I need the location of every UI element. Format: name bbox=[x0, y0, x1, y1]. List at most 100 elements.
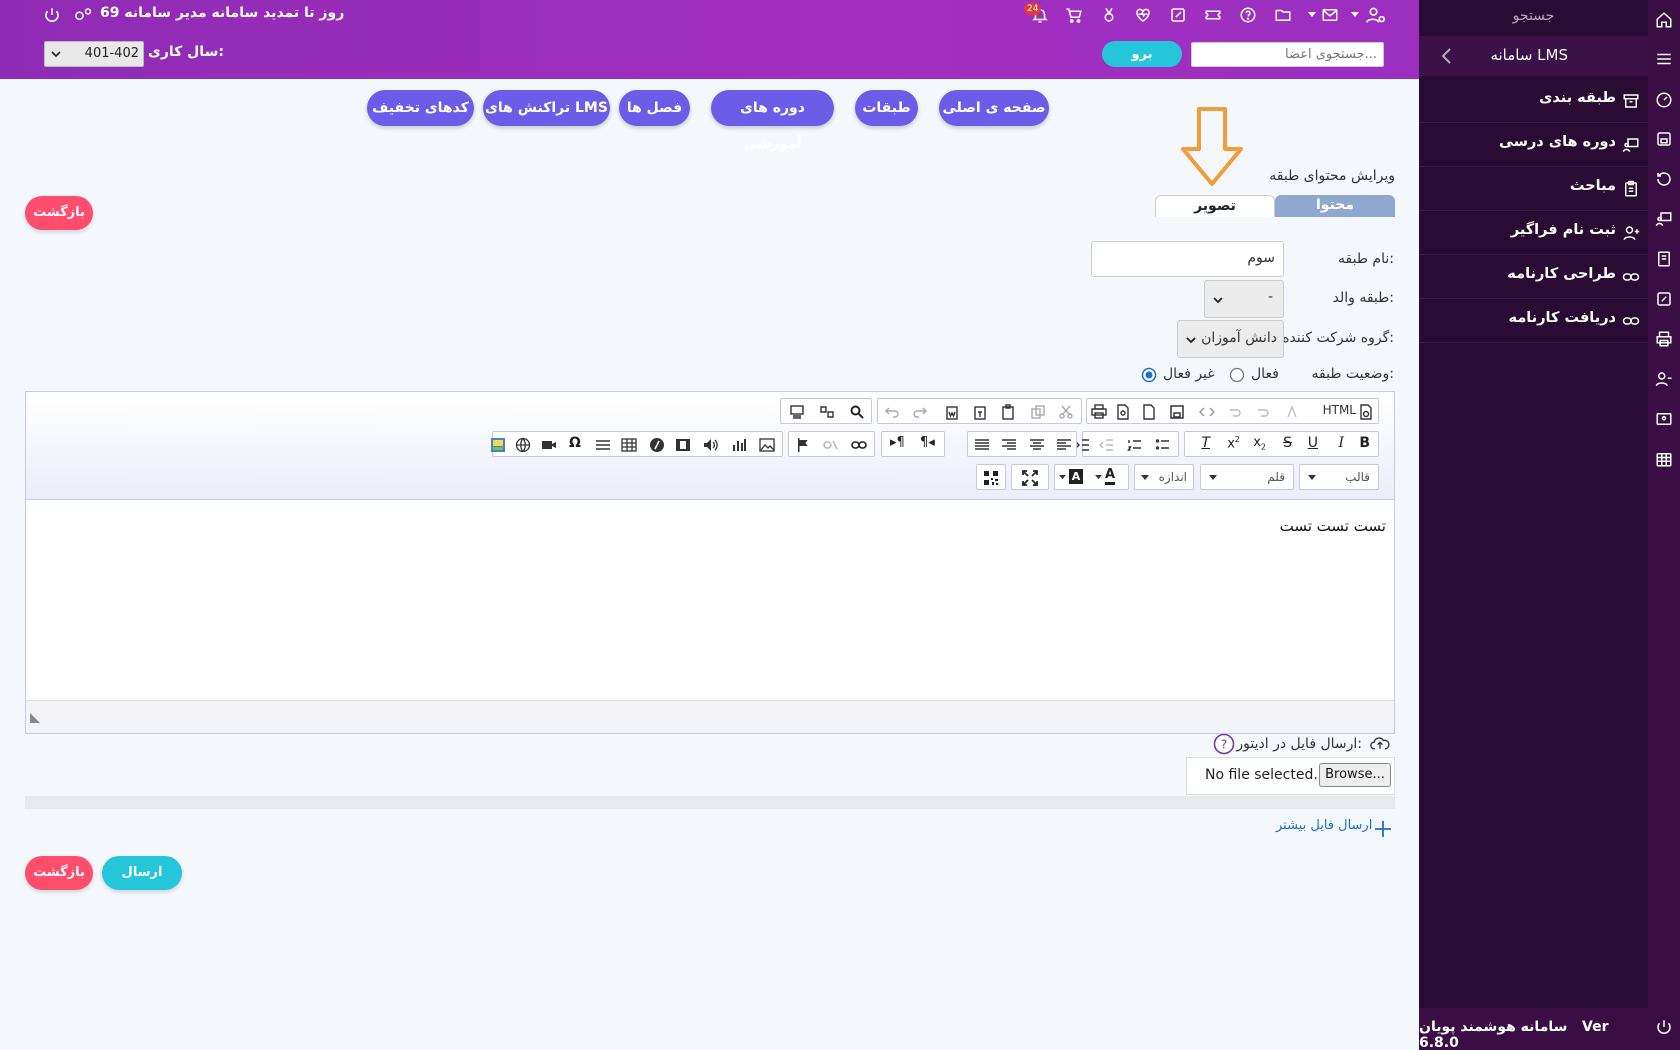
edit-icon[interactable] bbox=[1169, 6, 1189, 26]
text-color-icon[interactable]: A bbox=[1105, 468, 1116, 485]
member-search-input[interactable] bbox=[1191, 42, 1384, 67]
save-icon[interactable] bbox=[1655, 130, 1673, 148]
paste-word-icon[interactable] bbox=[944, 404, 960, 420]
history-icon[interactable] bbox=[1655, 170, 1673, 188]
print-icon[interactable] bbox=[1091, 404, 1107, 420]
sidebar-search[interactable]: جستجو bbox=[1419, 8, 1648, 24]
underline-icon[interactable]: U bbox=[1308, 435, 1318, 451]
find-icon[interactable] bbox=[849, 404, 865, 420]
sidebar-item-categorization[interactable]: طبقه بندی bbox=[1419, 79, 1648, 123]
nav-transactions-button[interactable]: تراکنش های LMS bbox=[483, 90, 610, 126]
group-select[interactable]: دانش آموزان bbox=[1177, 320, 1284, 358]
table-icon[interactable] bbox=[621, 437, 637, 453]
audio-icon[interactable] bbox=[703, 437, 719, 453]
browse-button[interactable]: Browse... bbox=[1319, 763, 1391, 787]
video-icon[interactable] bbox=[675, 437, 691, 453]
menu-icon[interactable] bbox=[1655, 50, 1673, 68]
paste-text-icon[interactable] bbox=[972, 404, 988, 420]
rich-text-editor[interactable]: HTML B I U S x2 x2 T ¶◂ ▸¶ Ω قالب قلم ان… bbox=[25, 391, 1395, 734]
bulleted-list-icon[interactable] bbox=[1155, 437, 1171, 453]
more-files-link[interactable]: ارسال فایل بیشتر bbox=[1276, 818, 1372, 833]
file-input[interactable]: No file selected. Browse... bbox=[1186, 757, 1395, 795]
radio-inactive[interactable] bbox=[1141, 367, 1157, 383]
resize-handle-icon[interactable] bbox=[30, 713, 40, 723]
paste-icon[interactable] bbox=[1000, 404, 1016, 420]
tab-content[interactable]: محتوا bbox=[1275, 195, 1395, 217]
style-combo[interactable]: قالب bbox=[1299, 464, 1379, 490]
align-right-icon[interactable] bbox=[1001, 437, 1017, 453]
nav-chapters-button[interactable]: فصل ها bbox=[619, 90, 690, 126]
code-icon[interactable] bbox=[1199, 404, 1215, 420]
sidebar-item-learner-register[interactable]: ثبت نام فراگیر bbox=[1419, 211, 1648, 255]
strike-icon[interactable]: S bbox=[1283, 435, 1292, 451]
select-all-icon[interactable] bbox=[789, 404, 805, 420]
flash-icon[interactable] bbox=[649, 437, 665, 453]
sidebar-item-courses[interactable]: دوره های درسی bbox=[1419, 123, 1648, 167]
award-icon[interactable] bbox=[1100, 6, 1120, 26]
italic-icon[interactable]: I bbox=[1338, 435, 1344, 451]
nav-home-button[interactable]: صفحه ی اصلی bbox=[939, 90, 1049, 126]
back-button[interactable]: بازگشت bbox=[25, 196, 93, 230]
home-icon[interactable] bbox=[1655, 11, 1673, 29]
undo-link-icon[interactable] bbox=[1255, 404, 1271, 420]
numbered-list-icon[interactable] bbox=[1127, 437, 1143, 453]
superscript-icon[interactable]: x2 bbox=[1227, 435, 1240, 451]
ticket-icon[interactable] bbox=[1204, 6, 1224, 26]
book-icon[interactable] bbox=[1655, 250, 1673, 268]
help-icon[interactable]: ? bbox=[1213, 733, 1235, 755]
subscript-icon[interactable]: x2 bbox=[1253, 435, 1266, 452]
source-icon[interactable] bbox=[1358, 404, 1374, 420]
chevron-left-icon[interactable] bbox=[1439, 47, 1455, 65]
submit-button[interactable]: ارسال bbox=[102, 856, 182, 890]
parent-select[interactable]: - bbox=[1204, 280, 1284, 318]
name-input[interactable]: سوم bbox=[1091, 241, 1284, 277]
heart-pulse-icon[interactable] bbox=[1134, 6, 1154, 26]
nav-courses-button[interactable]: دوره های آموزشی bbox=[711, 90, 834, 152]
printer-icon[interactable] bbox=[1655, 330, 1673, 348]
nav-discounts-button[interactable]: کدهای تخفیف bbox=[367, 90, 474, 126]
image-icon[interactable] bbox=[759, 437, 775, 453]
sidebar-item-report-download[interactable]: دریافت کارنامه bbox=[1419, 299, 1648, 343]
link-icon[interactable] bbox=[851, 437, 867, 453]
copy-icon[interactable] bbox=[1030, 404, 1046, 420]
chart-icon[interactable] bbox=[731, 437, 747, 453]
settings-gears-icon[interactable] bbox=[73, 6, 93, 26]
align-left-icon[interactable] bbox=[1056, 437, 1072, 453]
rtl-icon[interactable]: ¶◂ bbox=[920, 435, 935, 450]
clear-format-icon[interactable]: T bbox=[1201, 435, 1210, 451]
year-select[interactable]: 401-402 bbox=[44, 41, 144, 67]
remove-format-icon[interactable] bbox=[1284, 404, 1300, 420]
radio-active[interactable] bbox=[1229, 367, 1245, 383]
align-justify-icon[interactable] bbox=[974, 437, 990, 453]
power-icon[interactable] bbox=[43, 6, 63, 26]
special-char-icon[interactable]: Ω bbox=[569, 435, 581, 451]
cut-icon[interactable] bbox=[1058, 404, 1074, 420]
iframe-globe-icon[interactable] bbox=[515, 437, 531, 453]
folder-icon[interactable] bbox=[1274, 6, 1294, 26]
tab-image[interactable]: تصویر bbox=[1155, 195, 1275, 217]
bg-color-icon[interactable]: A bbox=[1069, 469, 1083, 484]
flag-anchor-icon[interactable] bbox=[795, 437, 811, 453]
users-icon[interactable] bbox=[1655, 370, 1673, 388]
sidebar-item-topics[interactable]: مباحث bbox=[1419, 167, 1648, 211]
power-icon[interactable] bbox=[1655, 1018, 1673, 1036]
help-icon[interactable] bbox=[1239, 6, 1259, 26]
font-combo[interactable]: قلم bbox=[1200, 464, 1294, 490]
ltr-icon[interactable]: ▸¶ bbox=[890, 435, 905, 450]
chevron-down-icon[interactable] bbox=[1059, 475, 1066, 480]
save-doc-icon[interactable] bbox=[1169, 404, 1185, 420]
sidebar-item-report-design[interactable]: طراحی کارنامه bbox=[1419, 255, 1648, 299]
qr-code-icon[interactable] bbox=[983, 470, 999, 486]
new-page-icon[interactable] bbox=[1141, 404, 1157, 420]
size-combo[interactable]: اندازه bbox=[1134, 464, 1194, 490]
undo-icon[interactable] bbox=[884, 404, 900, 420]
nav-floors-button[interactable]: طبقات bbox=[855, 90, 918, 126]
horizontal-rule-icon[interactable] bbox=[595, 437, 611, 453]
calendar-icon[interactable] bbox=[1655, 450, 1673, 468]
bold-icon[interactable]: B bbox=[1359, 435, 1370, 451]
id-card-icon[interactable] bbox=[1655, 410, 1673, 428]
go-button[interactable]: برو bbox=[1102, 41, 1182, 67]
back-button-bottom[interactable]: بازگشت bbox=[25, 856, 93, 890]
cart-icon[interactable] bbox=[1065, 6, 1085, 26]
dashboard-icon[interactable] bbox=[1655, 91, 1673, 109]
